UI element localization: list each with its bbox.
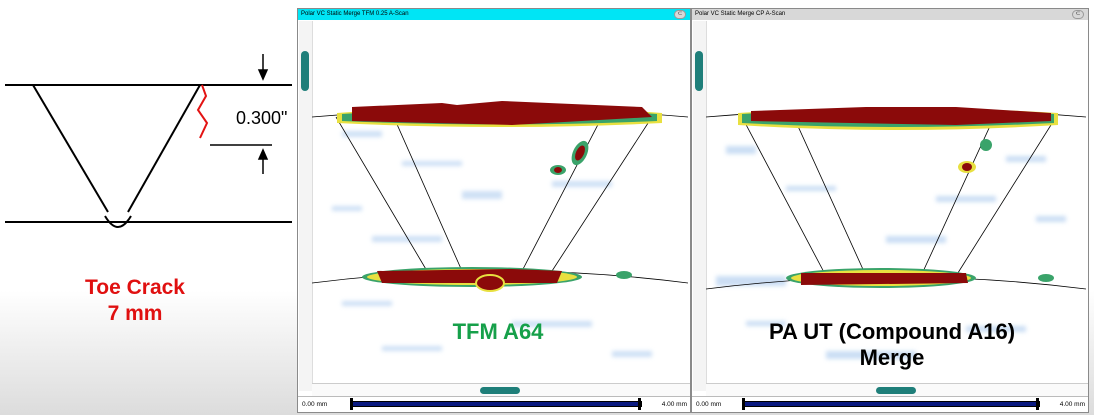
- tfm-window-title: Polar VC Static Merge TFM 0.25 A-Scan: [301, 11, 409, 17]
- vertical-scrollbar[interactable]: [693, 21, 707, 391]
- range-slider[interactable]: [742, 401, 1040, 407]
- range-axis-bar: 0.00 mm 4.00 mm: [692, 396, 1088, 412]
- caption-defect-size: 7 mm: [107, 302, 163, 325]
- vertical-scrollbar[interactable]: [299, 21, 313, 391]
- range-handle-left[interactable]: [350, 398, 353, 410]
- range-handle-right[interactable]: [1036, 398, 1039, 410]
- range-handle-right[interactable]: [638, 398, 641, 410]
- tfm-window-titlebar[interactable]: Polar VC Static Merge TFM 0.25 A-Scan ⊂: [298, 9, 690, 20]
- horizontal-scroll-thumb[interactable]: [480, 387, 520, 394]
- range-handle-left[interactable]: [742, 398, 745, 410]
- horizontal-scroll-thumb[interactable]: [876, 387, 916, 394]
- paut-method-label-line2: Merge: [859, 345, 925, 370]
- axis-max-label: 4.00 mm: [1059, 401, 1085, 408]
- axis-max-label: 4.00 mm: [661, 401, 687, 408]
- axis-min-label: 0.00 mm: [302, 401, 328, 408]
- dimension-label: 0.300": [236, 108, 288, 128]
- paut-scan-window[interactable]: Polar VC Static Merge CP A-Scan ⊂ PA UT …: [691, 8, 1089, 413]
- vertical-scroll-thumb[interactable]: [695, 51, 703, 91]
- crack-mark: [196, 84, 209, 139]
- paut-window-title: Polar VC Static Merge CP A-Scan: [695, 11, 786, 17]
- range-slider[interactable]: [350, 401, 642, 407]
- caption-defect-type: Toe Crack: [85, 276, 185, 299]
- tfm-scan-window[interactable]: Polar VC Static Merge TFM 0.25 A-Scan ⊂: [297, 8, 691, 413]
- axis-min-label: 0.00 mm: [696, 401, 722, 408]
- window-control-icon[interactable]: ⊂: [1072, 10, 1084, 19]
- horizontal-scrollbar[interactable]: [312, 383, 690, 396]
- window-control-icon[interactable]: ⊂: [674, 10, 686, 19]
- horizontal-scrollbar[interactable]: [706, 383, 1088, 396]
- weld-cross-section-diagram: [5, 54, 292, 228]
- vertical-scroll-thumb[interactable]: [301, 51, 309, 91]
- paut-window-titlebar[interactable]: Polar VC Static Merge CP A-Scan ⊂: [692, 9, 1088, 20]
- range-axis-bar: 0.00 mm 4.00 mm: [298, 396, 690, 412]
- paut-method-label-line1: PA UT (Compound A16): [768, 319, 1016, 344]
- tfm-method-label: TFM A64: [452, 319, 544, 344]
